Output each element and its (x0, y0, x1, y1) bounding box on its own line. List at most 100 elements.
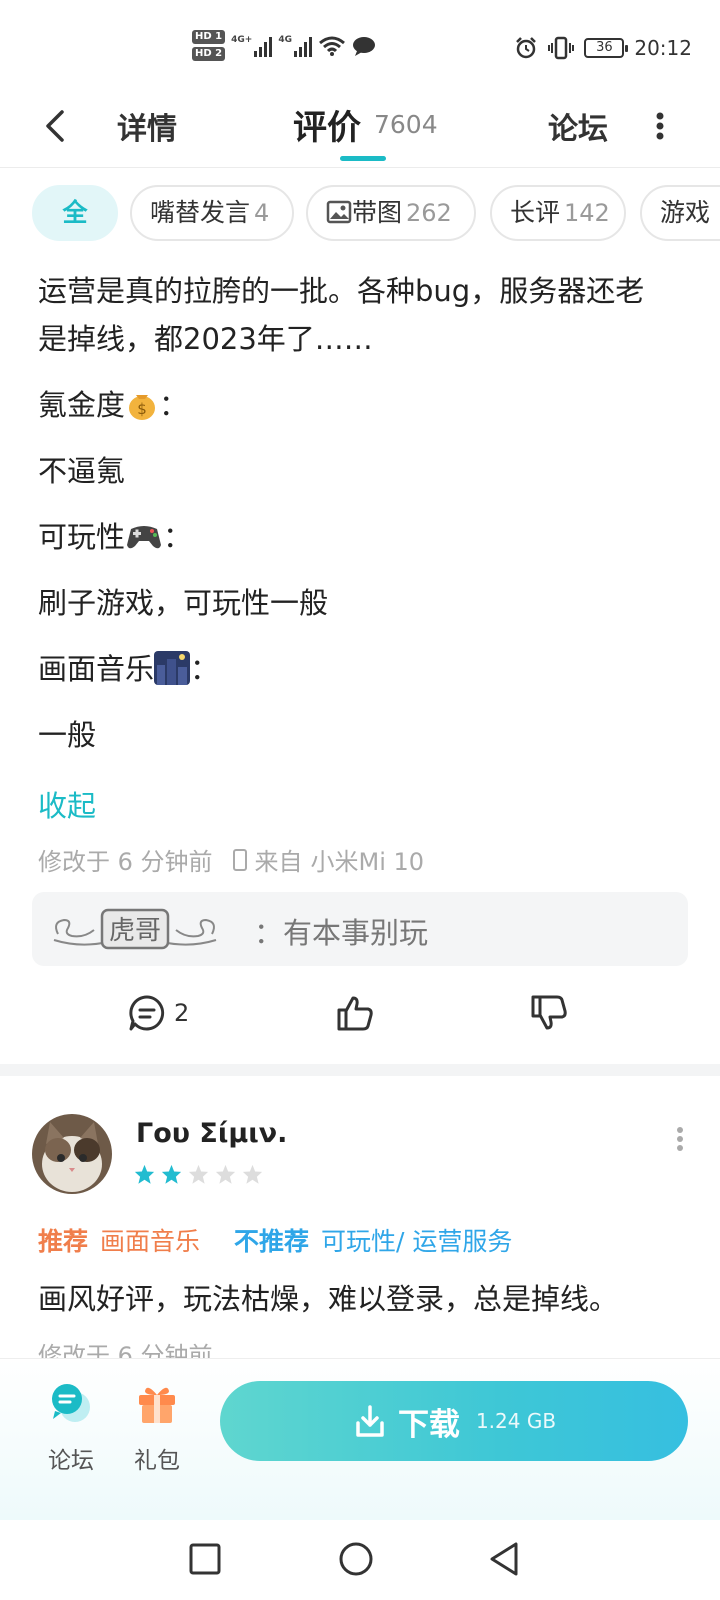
star-empty-icon (242, 1164, 263, 1184)
comment-button[interactable]: 2 (128, 994, 189, 1032)
comment-icon (129, 995, 165, 1031)
filter-chip-all[interactable]: 全 (32, 185, 118, 241)
hd1-badge: HD 1 (192, 30, 226, 44)
not-recommend-label: 不推荐 (234, 1227, 310, 1256)
review-kv-value: 不逼氪 (38, 454, 126, 488)
comment-count: 2 (174, 999, 190, 1027)
kv-colon: ： (190, 652, 220, 686)
thumbs-up-icon[interactable] (336, 994, 374, 1032)
more-vertical-icon[interactable] (655, 106, 665, 146)
filter-chip-images[interactable]: 带图 262 (306, 185, 476, 241)
signal-icon-sim2: 4G (278, 35, 312, 57)
review-kv-label: 可玩性 ： (38, 514, 192, 556)
review-kv-label: 画面音乐 ： (38, 646, 219, 688)
review-meta: 修改于 6 分钟前 来自 小米Mi 10 (38, 842, 424, 877)
source-prefix: 来自 (254, 848, 303, 876)
not-recommend-value: 可玩性/ 运营服务 (321, 1227, 513, 1256)
bottom-action-bar: 论坛 礼包 下载 1.24 GB (0, 1358, 720, 1520)
download-button[interactable]: 下载 1.24 GB (220, 1381, 688, 1461)
recommend-value: 画面音乐 (100, 1227, 201, 1256)
signal-icon-sim1: 4G+ (231, 34, 273, 57)
review-text-line: 是掉线，都2023年了…… (38, 322, 373, 356)
filter-chip-count: 142 (564, 199, 610, 227)
device-name: 小米Mi 10 (310, 848, 425, 876)
kv-label-text: 画面音乐 (38, 652, 155, 686)
wifi-icon (319, 36, 345, 56)
home-icon[interactable] (337, 1540, 375, 1578)
filter-chip-long[interactable]: 长评 142 (490, 185, 626, 241)
battery-indicator: 36 (584, 38, 629, 58)
network-type-1: 4G+ (231, 34, 253, 45)
review-count: 7604 (374, 110, 438, 139)
tab-detail[interactable]: 详情 (117, 104, 177, 148)
kv-colon: ： (159, 388, 189, 422)
hd2-badge: HD 2 (192, 47, 226, 61)
back-icon[interactable] (486, 1540, 524, 1578)
recent-apps-icon[interactable] (186, 1540, 224, 1578)
filter-chip-count: 4 (254, 199, 270, 227)
reply-preview[interactable]: 虎哥 ：有本事别玩 (32, 892, 688, 966)
money-bag-icon: $ (129, 395, 156, 420)
active-tab-indicator (340, 156, 386, 161)
star-filled-icon (134, 1164, 155, 1184)
filter-chip-label: 长评 (510, 198, 561, 227)
gift-button[interactable]: 礼包 (122, 1381, 192, 1475)
image-icon (326, 200, 352, 224)
tab-forum[interactable]: 论坛 (548, 104, 608, 148)
reply-text: ：有本事别玩 (254, 916, 429, 950)
review-actions: 2 (0, 988, 720, 1044)
star-filled-icon (161, 1164, 182, 1184)
star-empty-icon (215, 1164, 236, 1184)
review-kv-label: 氪金度 $ ： (38, 382, 188, 424)
alarm-icon (516, 37, 537, 59)
filter-chip-count: 262 (406, 199, 452, 227)
status-time: 20:12 (634, 36, 692, 60)
avatar[interactable] (32, 1114, 112, 1194)
svg-text:$: $ (137, 400, 147, 418)
download-size: 1.24 GB (475, 1409, 557, 1433)
modified-time: 修改于 6 分钟前 (38, 1342, 213, 1358)
vibrate-icon (548, 36, 575, 60)
top-nav: 详情 评价 7604 论坛 (0, 88, 720, 168)
kv-colon: ： (163, 520, 193, 554)
tab-review[interactable]: 评价 (293, 100, 361, 149)
gift-icon (139, 1387, 175, 1423)
kv-label-text: 氪金度 (38, 388, 126, 422)
hd-indicators: HD 1 HD 2 (192, 30, 226, 61)
gamepad-icon (127, 526, 162, 549)
download-label: 下载 (397, 1406, 460, 1443)
status-left: HD 1 HD 2 4G+ 4G (192, 30, 376, 61)
filter-chip-label: 游戏 (660, 198, 711, 227)
filter-chip-label: 带图 (352, 198, 403, 227)
username[interactable]: Γου Σίμιν. (136, 1118, 287, 1149)
review-tags: 推荐 画面音乐 不推荐 可玩性/ 运营服务 (38, 1222, 512, 1258)
review-kv-value: 刷子游戏，可玩性一般 (38, 586, 329, 620)
review-text: 画风好评，玩法枯燥，难以登录，总是掉线。 (38, 1282, 619, 1316)
status-right: 36 20:12 (514, 36, 692, 60)
filter-chip-quotes[interactable]: 嘴替发言 4 (130, 185, 294, 241)
filter-chip-label: 全 (62, 198, 88, 227)
back-arrow-icon[interactable] (40, 106, 70, 146)
review-kv-value: 一般 (38, 718, 97, 752)
gift-label: 礼包 (134, 1448, 180, 1474)
download-icon (356, 1405, 384, 1437)
star-rating (134, 1164, 263, 1185)
section-divider (0, 1064, 720, 1076)
forum-button[interactable]: 论坛 (36, 1381, 106, 1475)
collapse-link[interactable]: 收起 (38, 783, 96, 825)
status-bar: HD 1 HD 2 4G+ 4G 36 20:12 (0, 0, 720, 100)
filter-chip-game[interactable]: 游戏 (640, 185, 720, 241)
network-type-2: 4G (278, 34, 292, 45)
system-nav-bar (0, 1520, 720, 1600)
message-icon (352, 36, 375, 56)
more-vertical-icon[interactable] (676, 1126, 684, 1152)
star-empty-icon (188, 1164, 209, 1184)
kv-label-text: 可玩性 (38, 520, 126, 554)
phone-icon (232, 848, 247, 871)
forum-icon (52, 1384, 90, 1422)
modified-time: 修改于 6 分钟前 (38, 848, 213, 876)
user-title-badge: 虎哥 (53, 908, 217, 950)
night-city-icon (154, 651, 191, 685)
recommend-label: 推荐 (38, 1227, 89, 1256)
thumbs-down-icon[interactable] (530, 994, 568, 1032)
